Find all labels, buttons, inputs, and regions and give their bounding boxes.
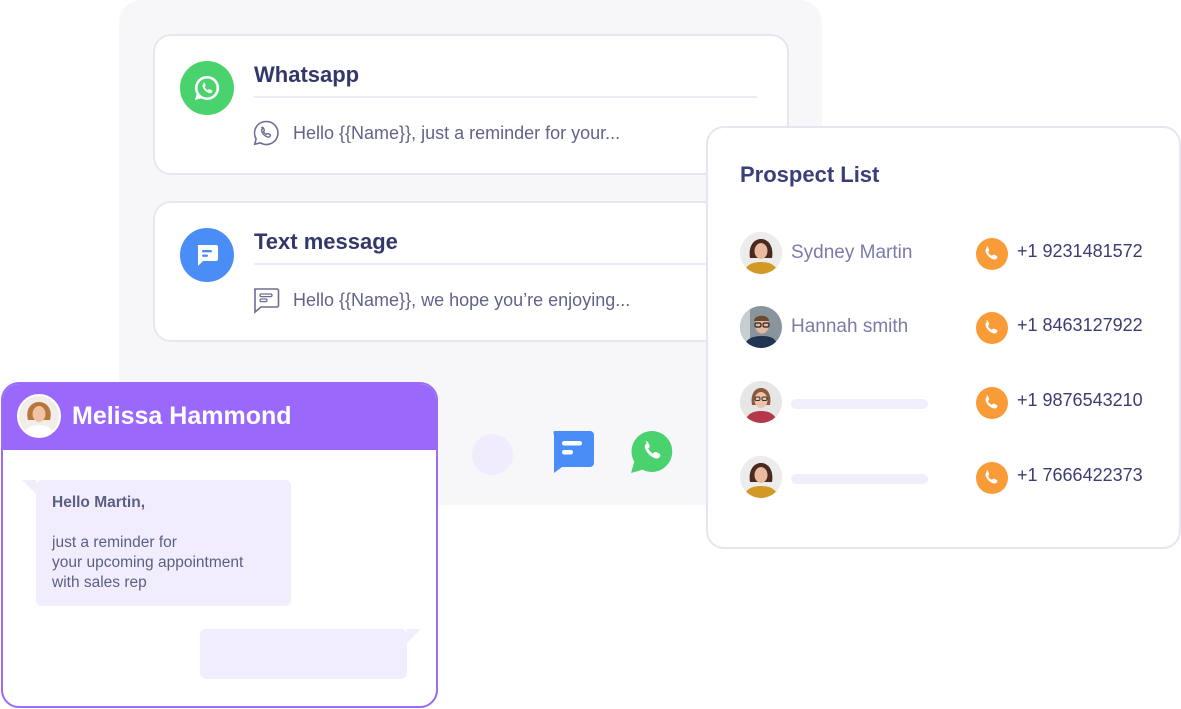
phone-number[interactable]: +1 9876543210 (1017, 390, 1143, 411)
divider (254, 96, 757, 98)
prospect-name: Hannah smith (791, 316, 909, 337)
message-preview: Hello {{Name}}, just a reminder for your… (251, 118, 620, 148)
preview-text: Hello {{Name}}, we hope you’re enjoying.… (293, 289, 631, 310)
channel-title: Text message (254, 229, 398, 254)
message-line: your upcoming appointment (52, 554, 244, 571)
message-line: with sales rep (52, 574, 147, 591)
divider (254, 263, 757, 265)
whatsapp-icon (180, 61, 234, 115)
phone-icon[interactable] (976, 312, 1008, 344)
channel-title: Whatsapp (254, 62, 360, 87)
phone-icon[interactable] (976, 238, 1008, 270)
prospect-list-card: Prospect List Sydney Martin +1 923148157… (706, 126, 1181, 549)
prospect-row[interactable]: Hannah smith +1 8463127922 (740, 306, 1159, 350)
prospect-row[interactable]: Sydney Martin +1 9231481572 (740, 232, 1159, 276)
sms-icon (180, 228, 234, 282)
prospect-list-title: Prospect List (740, 162, 880, 187)
avatar (740, 306, 782, 348)
sms-outline-icon (251, 285, 281, 315)
chat-window: Melissa Hammond Hello Martin, just a rem… (1, 382, 438, 708)
placeholder-circle (472, 434, 513, 475)
phone-number[interactable]: +1 9231481572 (1017, 241, 1143, 262)
contact-name: Melissa Hammond (72, 402, 292, 430)
avatar (740, 381, 782, 423)
prospect-row[interactable]: +1 7666422373 (740, 456, 1159, 500)
channel-icon-bar (472, 430, 674, 479)
channel-card-text-message[interactable]: Text message Hello {{Name}}, we hope you… (153, 201, 789, 342)
phone-number[interactable]: +1 7666422373 (1017, 465, 1143, 486)
message-preview: Hello {{Name}}, we hope you’re enjoying.… (251, 285, 630, 315)
phone-icon[interactable] (976, 462, 1008, 494)
outgoing-message-placeholder (200, 629, 421, 679)
prospect-name: Sydney Martin (791, 242, 913, 263)
avatar (740, 456, 782, 498)
message-line: just a reminder for (52, 534, 177, 551)
name-placeholder (791, 474, 928, 484)
phone-number[interactable]: +1 8463127922 (1017, 315, 1143, 336)
avatar (740, 232, 782, 274)
channel-card-whatsapp[interactable]: Whatsapp Hello {{Name}}, just a reminder… (153, 34, 789, 175)
sms-icon[interactable] (550, 431, 594, 478)
whatsapp-icon[interactable] (630, 430, 674, 479)
whatsapp-outline-icon (251, 118, 281, 148)
preview-text: Hello {{Name}}, just a reminder for your… (293, 122, 621, 143)
incoming-message: Hello Martin, just a reminder for your u… (22, 480, 291, 606)
phone-icon[interactable] (976, 387, 1008, 419)
name-placeholder (791, 399, 928, 409)
message-greeting: Hello Martin, (52, 494, 146, 511)
prospect-row[interactable]: +1 9876543210 (740, 381, 1159, 425)
avatar (17, 394, 61, 438)
chat-header: Melissa Hammond (3, 384, 436, 450)
